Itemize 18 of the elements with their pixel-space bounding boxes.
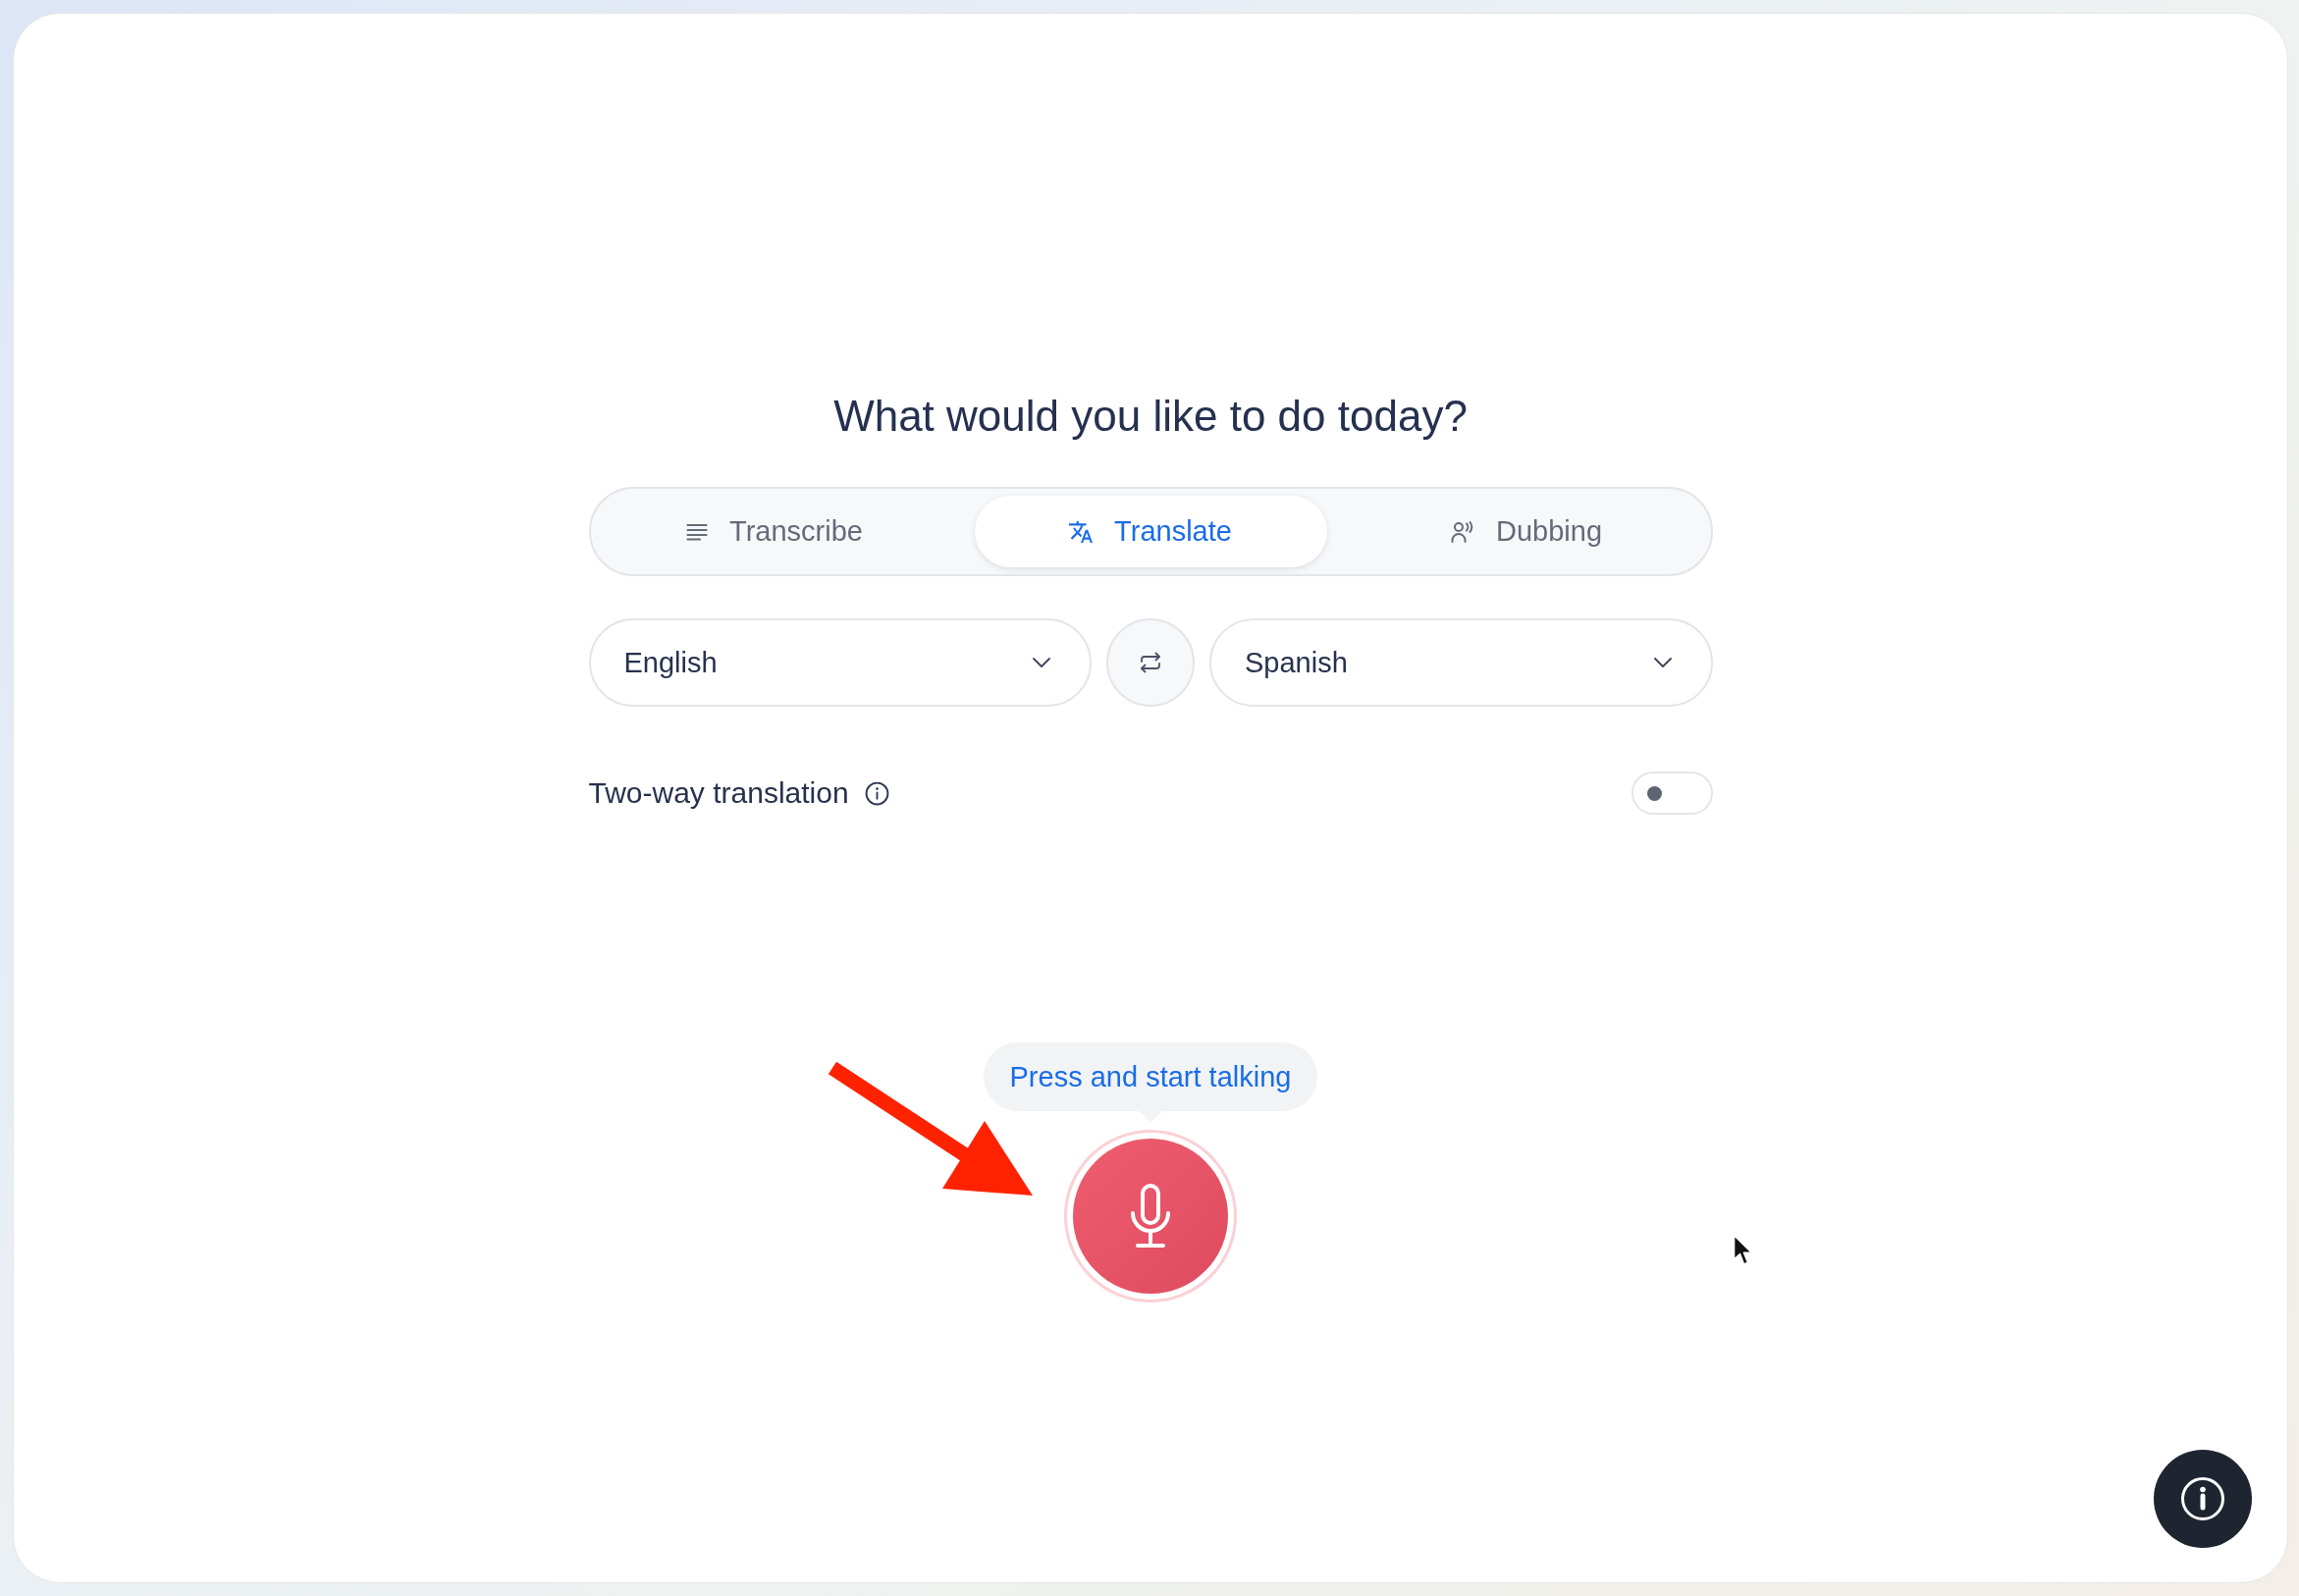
mode-tab[interactable]: Transcribe <box>598 496 951 567</box>
two-way-translation-label: Two-way translation <box>588 776 849 810</box>
info-icon <box>2180 1476 2225 1521</box>
target-language-select[interactable]: Spanish <box>1209 618 1713 707</box>
page-heading: What would you like to do today? <box>833 391 1468 442</box>
chevron-down-icon <box>1033 658 1050 667</box>
person-voice-icon <box>1451 520 1474 543</box>
translate-icon <box>1069 520 1094 543</box>
swap-icon <box>1140 652 1161 673</box>
toggle-switch[interactable] <box>1631 771 1713 815</box>
info-icon[interactable] <box>864 780 889 806</box>
chevron-down-icon <box>1653 658 1672 667</box>
tooltip: Press and start talking <box>983 1042 1318 1122</box>
text-lines-icon <box>686 522 709 541</box>
source-language-select[interactable]: English <box>588 618 1092 707</box>
mode-tab[interactable]: Translate <box>974 496 1327 567</box>
microphone-icon <box>1129 1184 1172 1249</box>
mode-tab[interactable]: Dubbing <box>1350 496 1703 567</box>
